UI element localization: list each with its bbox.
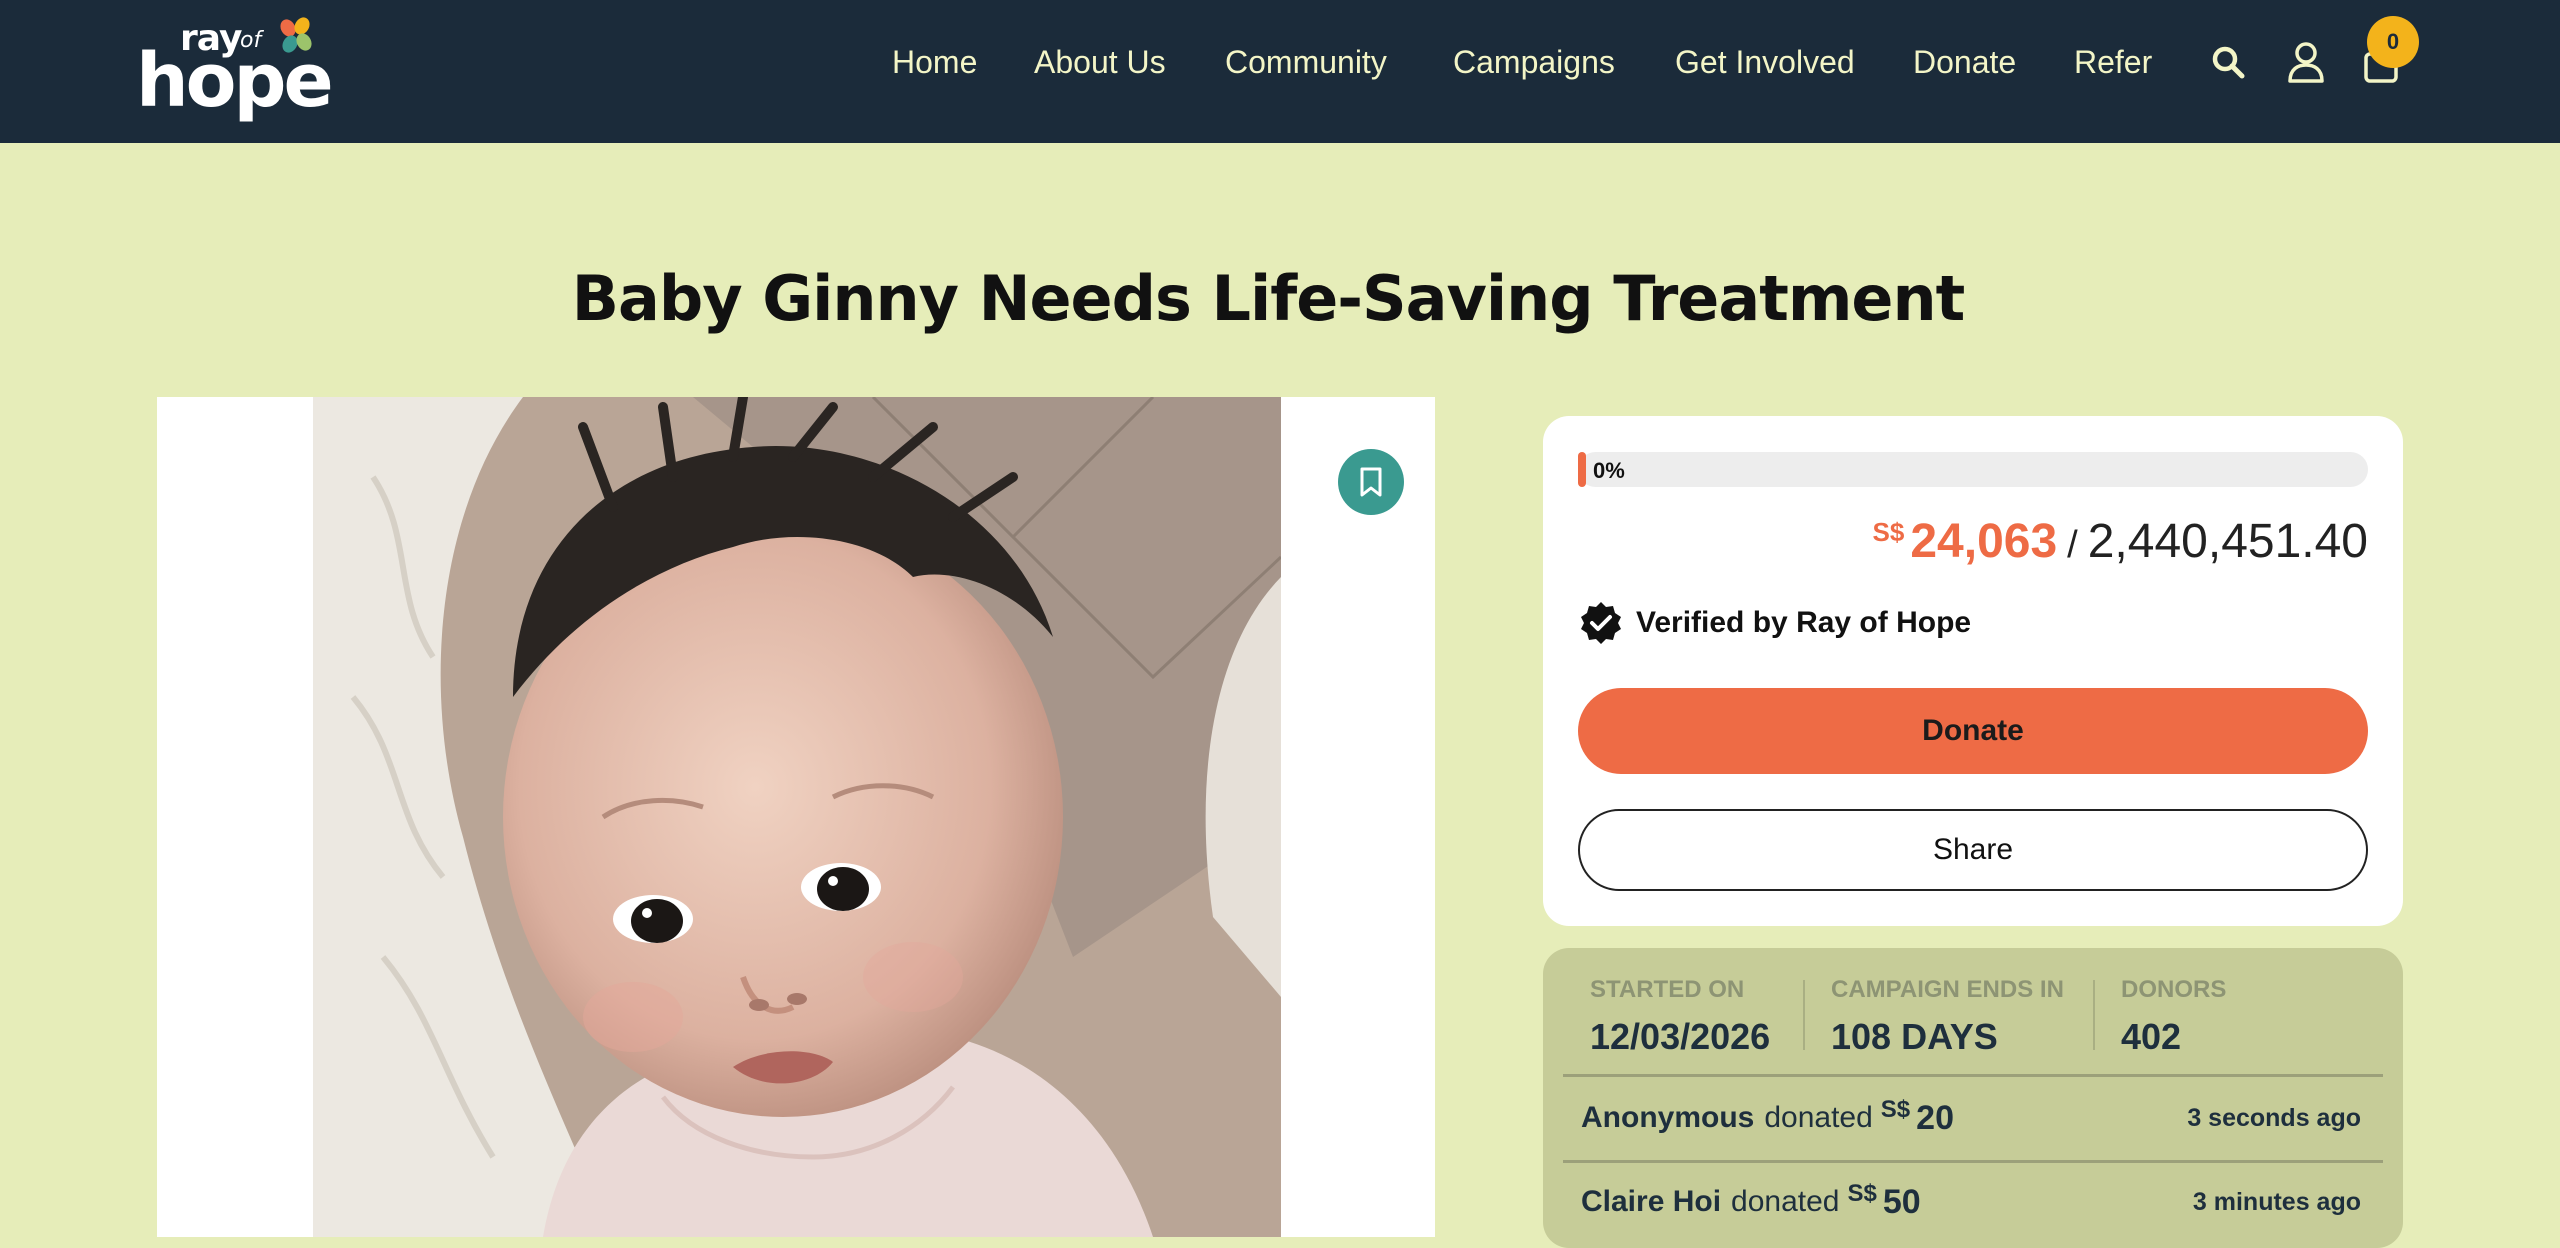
donation-amount: 20 [1916, 1098, 1954, 1137]
nav-refer[interactable]: Refer [2074, 44, 2152, 81]
donation-card: 0% S$ 24,063 / 2,440,451.40 Verified by … [1543, 416, 2403, 926]
bookmark-icon [1360, 467, 1382, 497]
stat-donors: DONORS 402 [2121, 976, 2226, 1058]
donation-verb: donated [1731, 1185, 1840, 1218]
nav-about-us[interactable]: About Us [1034, 44, 1166, 81]
donation-currency: S$ [1847, 1180, 1877, 1207]
progress-percent: 0% [1593, 458, 1625, 483]
progress-bar: 0% [1578, 452, 2368, 487]
stat-divider [2093, 980, 2095, 1050]
cart-count-badge[interactable]: 0 [2367, 16, 2419, 68]
currency-symbol: S$ [1872, 517, 1905, 547]
page-title: Baby Ginny Needs Life-Saving Treatment [571, 262, 1966, 335]
amount-raised: 24,063 [1910, 515, 2058, 568]
site-header: ray of hope Home About Us Community Camp… [0, 0, 2560, 143]
search-icon[interactable] [2210, 44, 2246, 80]
nav-community[interactable]: Community [1225, 44, 1387, 81]
progress-bar-fill [1578, 452, 1586, 487]
donation-item: Claire Hoi donated S$ 50 3 minutes ago [1581, 1178, 2361, 1226]
stat-donors-value: 402 [2121, 1016, 2182, 1057]
verified-check-icon [1581, 602, 1621, 644]
amount-goal: 2,440,451.40 [2087, 515, 2368, 568]
share-button[interactable]: Share [1578, 809, 2368, 891]
bookmark-button[interactable] [1338, 449, 1404, 515]
nav-home[interactable]: Home [892, 44, 977, 81]
donate-button[interactable]: Donate [1578, 688, 2368, 774]
stat-ends-label: CAMPAIGN ENDS IN [1831, 976, 2064, 1003]
stat-divider [1803, 980, 1805, 1050]
donation-currency: S$ [1880, 1096, 1911, 1123]
campaign-image-frame [157, 397, 1435, 1237]
stat-ends: CAMPAIGN ENDS IN 108 DAYS [1831, 976, 2064, 1058]
donation-divider [1563, 1160, 2383, 1163]
campaign-photo[interactable] [313, 397, 1281, 1237]
amount-separator: / [2067, 524, 2078, 566]
stat-donors-label: DONORS [2121, 976, 2227, 1003]
stat-started-label: STARTED ON [1590, 976, 1745, 1003]
stat-ends-value: 108 DAYS [1831, 1016, 1998, 1057]
user-icon[interactable] [2286, 40, 2326, 84]
amount-summary: S$ 24,063 / 2,440,451.40 [1873, 514, 2368, 569]
donor-name: Anonymous [1581, 1101, 1755, 1134]
stat-started: STARTED ON 12/03/2026 [1590, 976, 1770, 1058]
donation-verb: donated [1764, 1101, 1873, 1134]
donor-name: Claire Hoi [1581, 1185, 1722, 1218]
ray-of-hope-logo[interactable]: ray of hope [136, 14, 346, 124]
donation-amount: 50 [1882, 1182, 1921, 1221]
verified-label: Verified by Ray of Hope [1636, 606, 1972, 639]
baby-photo-illustration [313, 397, 1281, 1237]
nav-donate[interactable]: Donate [1913, 44, 2016, 81]
verified-badge: Verified by Ray of Hope [1578, 600, 1971, 646]
donation-time: 3 seconds ago [2187, 1103, 2361, 1132]
stat-started-value: 12/03/2026 [1590, 1016, 1771, 1057]
donation-item: Anonymous donated S$ 20 3 seconds ago [1581, 1094, 2361, 1142]
stats-divider [1563, 1074, 2383, 1077]
logo-word-hope: hope [136, 38, 334, 124]
nav-campaigns[interactable]: Campaigns [1453, 44, 1615, 81]
donation-time: 3 minutes ago [2192, 1187, 2361, 1216]
nav-get-involved[interactable]: Get Involved [1675, 44, 1855, 81]
campaign-stats-card: STARTED ON 12/03/2026 CAMPAIGN ENDS IN 1… [1543, 948, 2403, 1248]
